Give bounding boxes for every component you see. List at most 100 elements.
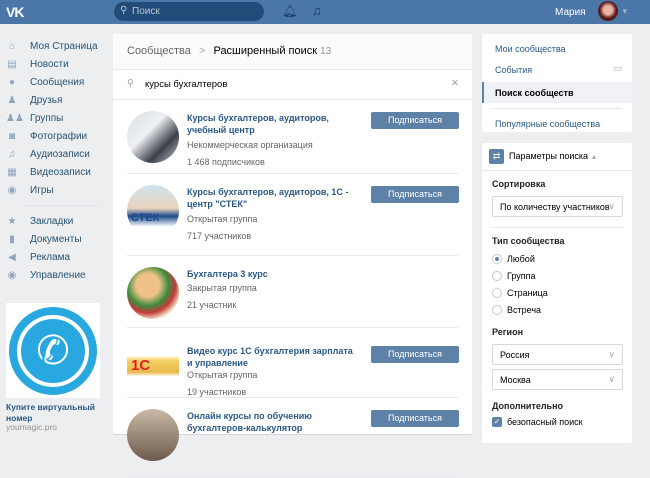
community-name[interactable]: Онлайн курсы по обучению бухгалтеров-кал…	[187, 410, 357, 434]
ad-image[interactable]: ✆	[6, 303, 100, 398]
community-name[interactable]: Курсы бухгалтеров, аудиторов, 1С - центр…	[187, 186, 357, 210]
sidebar-item[interactable]: ▦ Видеозаписи	[6, 163, 116, 181]
music-icon[interactable]: ♫	[312, 3, 322, 18]
sliders-icon: ⇄	[489, 149, 504, 164]
chevron-up-icon: ▲	[590, 154, 598, 161]
sidebar-item[interactable]: ♟ Друзья	[6, 91, 116, 109]
search-params-panel: ⇄ Параметры поиска ▲ Сортировка По количе…	[482, 143, 632, 443]
sidebar-item-label: Моя Страница	[30, 40, 98, 52]
sort-select[interactable]: По количеству участников ∨	[492, 196, 623, 217]
sidebar-item[interactable]: ♟♟ Группы	[6, 109, 116, 127]
subscribe-button[interactable]: Подписаться	[371, 410, 459, 427]
ad-url[interactable]: youmagic.pro	[6, 422, 57, 432]
sidebar-item-label: Аудиозаписи	[30, 148, 90, 160]
breadcrumb-communities[interactable]: Сообщества	[127, 45, 191, 57]
sidebar-item-label: Закладки	[30, 215, 74, 227]
vk-logo[interactable]: VK	[6, 4, 24, 20]
star-icon: ★	[7, 215, 17, 227]
groups-icon: ♟♟	[6, 112, 24, 124]
sort-label: Сортировка	[492, 179, 546, 189]
sidebar-item[interactable]: ◉ Игры	[6, 181, 116, 199]
sidebar-item-label: Игры	[30, 184, 54, 196]
megaphone-icon: ◀	[8, 251, 16, 263]
params-header[interactable]: ⇄ Параметры поиска ▲	[482, 143, 632, 171]
community-avatar[interactable]	[127, 267, 179, 319]
music-icon: ♫	[8, 148, 16, 160]
result-row: СТЕК Курсы бухгалтеров, аудиторов, 1С - …	[127, 174, 459, 256]
sidebar-item[interactable]: ◀ Реклама	[6, 248, 116, 266]
sidebar-item[interactable]: ⌂ Моя Страница	[6, 37, 116, 55]
result-row: Онлайн курсы по обучению бухгалтеров-кал…	[127, 398, 459, 478]
sidebar-item-label: Управление	[30, 269, 86, 281]
chevron-down-icon: ∨	[608, 201, 615, 211]
chevron-down-icon[interactable]: ▼	[621, 7, 629, 16]
radio-label: Любой	[507, 254, 535, 264]
chevron-down-icon: ∨	[608, 349, 615, 359]
radio-circle-icon	[492, 254, 502, 264]
clear-icon[interactable]: ✕	[451, 78, 459, 89]
type-radio[interactable]: Страница	[492, 288, 548, 298]
sidebar-item[interactable]: ▮ Документы	[6, 230, 116, 248]
sidebar-item-label: Группы	[30, 112, 64, 124]
sidebar-item-label: Видеозаписи	[30, 166, 91, 178]
sidebar-item-label: Новости	[30, 58, 69, 70]
header-search-input[interactable]: ⚲ Поиск	[114, 2, 264, 21]
subscribe-button[interactable]: Подписаться	[371, 112, 459, 129]
community-avatar[interactable]	[127, 111, 179, 163]
calendar-icon: ▭	[613, 63, 622, 73]
result-row: Бухгалтера 3 курс Закрытая группа 21 участ…	[127, 256, 458, 328]
safe-search-checkbox[interactable]: ✓ безопасный поиск	[492, 417, 583, 427]
radio-circle-icon	[492, 288, 502, 298]
subscribe-button[interactable]: Подписаться	[371, 346, 459, 363]
radio-label: Группа	[507, 271, 536, 281]
sidebar-item[interactable]: ♫ Аудиозаписи	[6, 145, 116, 163]
avatar[interactable]	[598, 1, 618, 21]
menu-my-communities[interactable]: Мои сообщества	[482, 38, 632, 59]
radio-circle-icon	[492, 305, 502, 315]
menu-popular[interactable]: Популярные сообщества	[482, 113, 632, 134]
community-avatar[interactable]: СТЕК	[127, 185, 179, 237]
country-value: Россия	[500, 350, 530, 360]
community-type: Некоммерческая организация	[187, 140, 313, 150]
community-name[interactable]: Видео курс 1С бухгалтерия зарплата и упр…	[187, 345, 357, 369]
subscribe-button[interactable]: Подписаться	[371, 186, 459, 203]
community-type: Закрытая группа	[187, 283, 257, 293]
sidebar-item[interactable]: ◉ Управление	[6, 266, 116, 284]
community-name[interactable]: Бухгалтера 3 курс	[187, 268, 357, 280]
sidebar-item-label: Документы	[30, 233, 82, 245]
bell-icon[interactable]: 🔔︎	[282, 4, 297, 18]
user-name[interactable]: Мария	[555, 7, 586, 18]
sidebar-item-label: Сообщения	[30, 76, 85, 88]
safe-search-label: безопасный поиск	[507, 417, 583, 427]
checkmark-icon: ✓	[492, 417, 502, 427]
sidebar-item[interactable]: ◙ Фотографии	[6, 127, 116, 145]
menu-events-label: События	[495, 65, 533, 75]
type-radio[interactable]: Группа	[492, 271, 536, 281]
friends-icon: ♟	[7, 94, 17, 106]
games-icon: ◉	[7, 184, 17, 196]
sidebar-item[interactable]: ● Сообщения	[6, 73, 116, 91]
city-select[interactable]: Москва ∨	[492, 369, 623, 390]
menu-community-search[interactable]: Поиск сообществ	[482, 82, 632, 103]
chevron-right-icon: >	[198, 45, 206, 57]
sidebar-item[interactable]: ★ Закладки	[6, 212, 116, 230]
community-avatar[interactable]: 1С	[127, 351, 179, 381]
sidebar-item-label: Друзья	[30, 94, 63, 106]
radio-label: Страница	[507, 288, 548, 298]
community-name[interactable]: Курсы бухгалтеров, аудиторов, учебный це…	[187, 112, 357, 136]
search-results-panel: Сообщества > Расширенный поиск 13 ⚲ курс…	[113, 34, 472, 478]
result-row: 1С Видео курс 1С бухгалтерия зарплата и …	[127, 328, 459, 398]
community-avatar[interactable]	[127, 409, 179, 461]
type-radio[interactable]: Встреча	[492, 305, 541, 315]
city-value: Москва	[500, 375, 531, 385]
ad-title[interactable]: Купите виртуальный номер	[6, 402, 106, 424]
country-select[interactable]: Россия ∨	[492, 344, 623, 365]
sidebar-item[interactable]: ▤ Новости	[6, 55, 116, 73]
messages-icon: ●	[8, 76, 16, 88]
type-radio[interactable]: Любой	[492, 254, 535, 264]
chevron-down-icon: ∨	[608, 374, 615, 384]
query-input[interactable]: ⚲ курсы бухгалтеров ✕	[113, 70, 472, 100]
radio-circle-icon	[492, 271, 502, 281]
gamepad-icon: ◉	[7, 269, 17, 281]
menu-events[interactable]: События ▭	[482, 59, 632, 80]
